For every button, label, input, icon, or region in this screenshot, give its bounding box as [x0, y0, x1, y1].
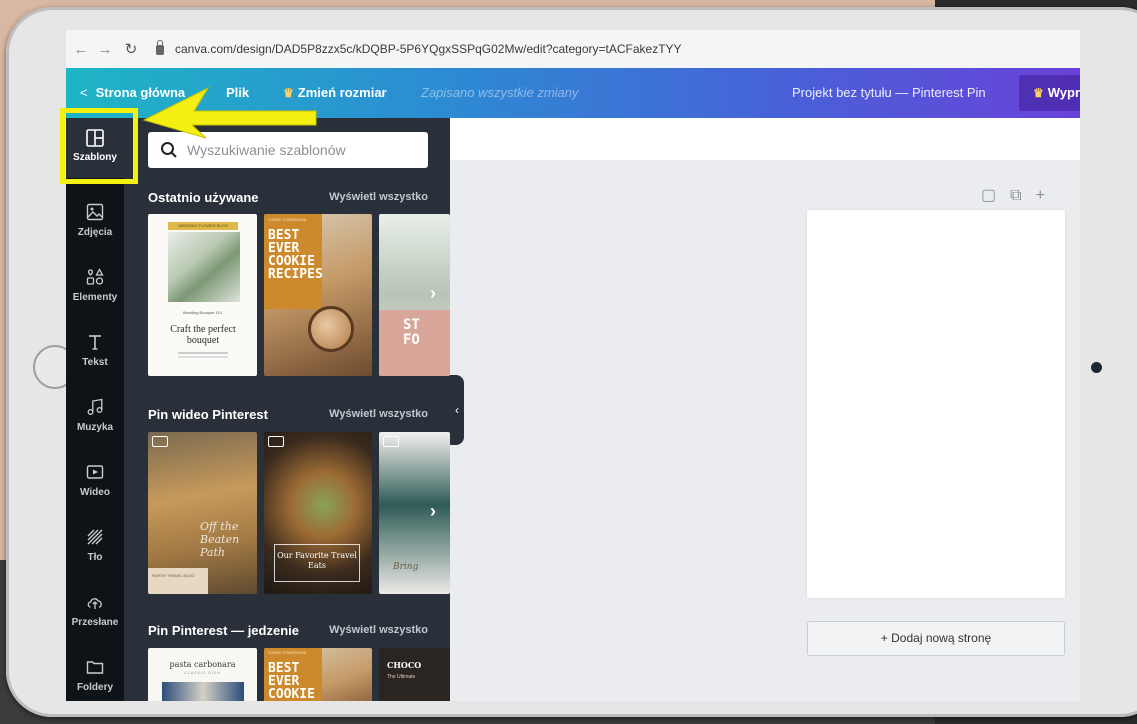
back-arrow-icon[interactable]: ←	[72, 41, 90, 58]
cookie-title: BEST EVER COOKIE RECIPES	[268, 228, 323, 282]
duplicate-page-icon[interactable]: ⧉	[1010, 187, 1035, 204]
section-title-video-pins: Pin wideo Pinterest	[148, 407, 268, 422]
rail-label: Tekst	[82, 357, 108, 368]
upgrade-button[interactable]: ♛ Wypr	[1019, 75, 1080, 111]
project-title[interactable]: Projekt bez tytułu — Pinterest Pin	[792, 68, 986, 118]
choc-sub: The Ultimate	[387, 674, 416, 680]
rail-item-folders[interactable]: Foldery	[66, 648, 124, 701]
music-icon	[84, 398, 106, 418]
shapes-icon	[84, 268, 106, 288]
section-view-all-recent[interactable]: Wyświetl wszystko	[329, 191, 428, 203]
lock-icon	[156, 40, 164, 55]
rail-item-background[interactable]: Tło	[66, 518, 124, 578]
yellow-arrow-icon	[142, 86, 317, 139]
travel-footer-band	[148, 568, 208, 594]
image-icon	[84, 203, 106, 223]
bouquet-header-band: WEDDING FLOWER BLOG	[168, 222, 238, 230]
video-3-script: Bring	[393, 562, 419, 572]
choc-title: CHOCO	[387, 660, 422, 670]
add-page-button[interactable]: + Dodaj nową stronę	[807, 621, 1065, 656]
rail-item-music[interactable]: Muzyka	[66, 388, 124, 448]
video-play-badge-icon	[383, 436, 399, 447]
bouquet-kicker: Wedding Bouquet 101	[182, 310, 223, 315]
cookie-photo	[308, 306, 354, 352]
template-thumb-cookies[interactable]: COOKIE COUNTDOWN BEST EVER COOKIE RECIPE…	[264, 214, 372, 376]
pattern-icon	[84, 528, 106, 548]
template-thumb-bouquet[interactable]: WEDDING FLOWER BLOG Wedding Bouquet 101 …	[148, 214, 257, 376]
chevron-left-icon: <	[80, 85, 88, 100]
rail-label: Tło	[87, 552, 103, 563]
travel-script: Off the Beaten Path	[200, 520, 240, 559]
cookie-title: BEST EVER COOKIE	[268, 661, 315, 701]
rail-item-photos[interactable]: Zdjęcia	[66, 193, 124, 253]
pasta-photo	[162, 682, 244, 701]
template-thumb-travel[interactable]: Off the Beaten Path NORTH TRAVEL BLOG	[148, 432, 257, 594]
template-thumb-video-3[interactable]: Bring	[379, 432, 450, 594]
video-icon	[84, 463, 106, 483]
upgrade-label: Wypr	[1047, 85, 1080, 100]
rail-label: Muzyka	[76, 422, 114, 433]
video-play-badge-icon	[152, 436, 168, 447]
folder-icon	[84, 658, 106, 678]
highlight-box	[60, 108, 138, 184]
template-thumb-cookies-2[interactable]: COOKIE COUNTDOWN BEST EVER COOKIE	[264, 648, 372, 701]
rail-label: Elementy	[72, 292, 118, 303]
template-thumb-pasta[interactable]: pasta carbonara CLASSIC DISH	[148, 648, 257, 701]
section-view-all-food-pins[interactable]: Wyświetl wszystko	[329, 624, 428, 636]
side-rail: Szablony Zdjęcia Elementy Tekst Muzyka W…	[66, 118, 124, 701]
section-title-food-pins: Pin Pinterest — jedzenie	[148, 623, 299, 638]
bouquet-title: Craft the perfect bouquet	[170, 324, 236, 346]
section-view-all-video-pins[interactable]: Wyświetl wszystko	[329, 408, 428, 420]
travel-footer: NORTH TRAVEL BLOG	[152, 573, 195, 578]
bouquet-line	[178, 356, 228, 358]
rail-item-uploads[interactable]: Przesłane	[66, 583, 124, 643]
recent-3-text: ST FO	[403, 317, 420, 348]
upload-cloud-icon	[84, 593, 106, 613]
save-status: Zapisano wszystkie zmiany	[421, 85, 579, 100]
rail-label: Przesłane	[71, 617, 119, 628]
rail-label: Zdjęcia	[77, 227, 113, 238]
templates-panel: Ostatnio używane Wyświetl wszystko WEDDI…	[124, 118, 450, 701]
rail-label: Wideo	[80, 487, 110, 498]
cookie-kicker: COOKIE COUNTDOWN	[268, 218, 307, 222]
crown-icon: ♛	[1033, 86, 1044, 100]
reload-icon[interactable]: ↻	[122, 40, 140, 58]
tablet-camera	[1091, 362, 1102, 373]
collapse-panel-handle[interactable]: ‹	[450, 375, 464, 445]
rail-label: Foldery	[76, 682, 114, 693]
search-icon	[161, 142, 177, 158]
editor-toolbar	[450, 118, 1080, 160]
browser-bar: ← → ↻ canva.com/design/DAD5P8zzx5c/kDQBP…	[66, 30, 1080, 68]
page-tools: ▢⧉+	[981, 185, 1059, 205]
cookie-kicker: COOKIE COUNTDOWN	[268, 651, 307, 655]
design-page-canvas[interactable]	[807, 210, 1065, 598]
section-title-recent: Ostatnio używane	[148, 190, 259, 205]
pasta-sub: CLASSIC DISH	[184, 671, 221, 675]
bouquet-photo	[168, 232, 240, 302]
bouquet-line	[178, 352, 228, 354]
template-thumb-chocolate[interactable]: CHOCO The Ultimate	[379, 648, 450, 701]
food-caption: Our Favorite Travel Eats	[277, 551, 357, 570]
add-page-icon[interactable]: +	[1036, 187, 1059, 204]
chevron-right-icon[interactable]: ›	[430, 283, 436, 304]
pasta-title: pasta carbonara	[169, 660, 236, 669]
chevron-right-icon[interactable]: ›	[430, 501, 436, 522]
template-search-input[interactable]	[187, 142, 417, 158]
rail-item-video[interactable]: Wideo	[66, 453, 124, 513]
template-thumb-food-video[interactable]: Our Favorite Travel Eats	[264, 432, 372, 594]
address-bar-url[interactable]: canva.com/design/DAD5P8zzx5c/kDQBP-5P6YQ…	[175, 42, 682, 56]
template-thumb-recent-3[interactable]: ST FO	[379, 214, 450, 376]
forward-arrow-icon[interactable]: →	[96, 41, 114, 58]
note-icon[interactable]: ▢	[981, 187, 1010, 204]
video-play-badge-icon	[268, 436, 284, 447]
text-icon	[84, 333, 106, 353]
rail-item-elements[interactable]: Elementy	[66, 258, 124, 318]
rail-item-text[interactable]: Tekst	[66, 323, 124, 383]
